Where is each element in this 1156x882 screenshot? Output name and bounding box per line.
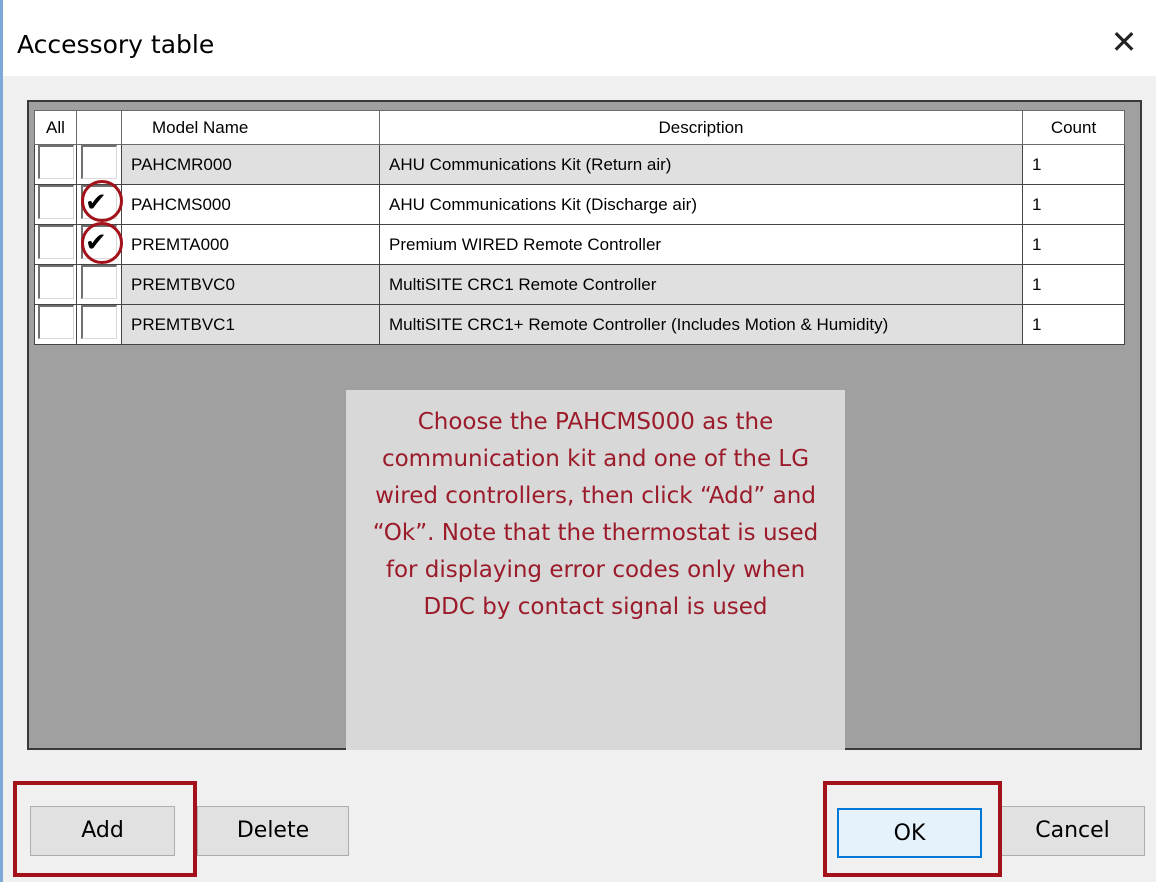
accessory-table: All Model Name Description Count PAHCMR0… xyxy=(34,110,1125,345)
row-select-checkbox[interactable]: ✔ xyxy=(81,185,117,219)
table-row: PAHCMR000 AHU Communications Kit (Return… xyxy=(34,144,1125,185)
checkmark-icon: ✔ xyxy=(85,188,107,218)
dialog-title: Accessory table xyxy=(17,30,215,59)
row-select-checkbox[interactable]: ✔ xyxy=(81,225,117,259)
instruction-callout: Choose the PAHCMS000 as the communicatio… xyxy=(346,390,845,750)
ok-button[interactable]: OK xyxy=(837,808,982,858)
delete-button[interactable]: Delete xyxy=(197,806,349,856)
count-cell[interactable]: 1 xyxy=(1022,144,1125,185)
row-all-checkbox[interactable] xyxy=(37,145,74,179)
instruction-text: Choose the PAHCMS000 as the communicatio… xyxy=(372,409,819,620)
select-cell xyxy=(76,304,122,345)
row-all-checkbox[interactable] xyxy=(37,185,74,219)
table-row: PREMTBVC1 MultiSITE CRC1+ Remote Control… xyxy=(34,304,1125,345)
cancel-button[interactable]: Cancel xyxy=(1000,806,1145,856)
row-all-checkbox[interactable] xyxy=(37,225,74,259)
description-cell: AHU Communications Kit (Discharge air) xyxy=(379,184,1023,225)
row-select-checkbox[interactable] xyxy=(81,265,117,299)
select-cell xyxy=(76,144,122,185)
select-cell: ✔ xyxy=(76,224,122,265)
all-cell xyxy=(34,304,77,345)
all-cell xyxy=(34,184,77,225)
column-header-description: Description xyxy=(379,110,1023,145)
checkmark-icon: ✔ xyxy=(85,228,107,258)
all-cell xyxy=(34,144,77,185)
count-cell[interactable]: 1 xyxy=(1022,264,1125,305)
model-name-cell: PREMTBVC0 xyxy=(121,264,380,305)
model-name-cell: PREMTA000 xyxy=(121,224,380,265)
table-header-row: All Model Name Description Count xyxy=(34,110,1125,145)
table-row: ✔ PREMTA000 Premium WIRED Remote Control… xyxy=(34,224,1125,265)
table-row: ✔ PAHCMS000 AHU Communications Kit (Disc… xyxy=(34,184,1125,225)
select-cell: ✔ xyxy=(76,184,122,225)
model-name-cell: PREMTBVC1 xyxy=(121,304,380,345)
add-button[interactable]: Add xyxy=(30,806,175,856)
accessory-table-dialog: Accessory table ✕ All Model Name Descrip… xyxy=(0,0,1156,882)
row-all-checkbox[interactable] xyxy=(37,305,74,339)
title-bar: Accessory table ✕ xyxy=(3,8,1156,76)
model-name-cell: PAHCMR000 xyxy=(121,144,380,185)
description-cell: Premium WIRED Remote Controller xyxy=(379,224,1023,265)
description-cell: MultiSITE CRC1 Remote Controller xyxy=(379,264,1023,305)
row-select-checkbox[interactable] xyxy=(81,145,117,179)
column-header-all[interactable]: All xyxy=(34,110,77,145)
description-cell: AHU Communications Kit (Return air) xyxy=(379,144,1023,185)
table-row: PREMTBVC0 MultiSITE CRC1 Remote Controll… xyxy=(34,264,1125,305)
close-icon[interactable]: ✕ xyxy=(1104,22,1144,62)
row-select-checkbox[interactable] xyxy=(81,305,117,339)
model-name-cell: PAHCMS000 xyxy=(121,184,380,225)
select-cell xyxy=(76,264,122,305)
count-cell[interactable]: 1 xyxy=(1022,304,1125,345)
count-cell[interactable]: 1 xyxy=(1022,184,1125,225)
count-cell[interactable]: 1 xyxy=(1022,224,1125,265)
row-all-checkbox[interactable] xyxy=(37,265,74,299)
all-cell xyxy=(34,264,77,305)
all-cell xyxy=(34,224,77,265)
column-header-select xyxy=(76,110,122,145)
column-header-model-name: Model Name xyxy=(121,110,380,145)
column-header-count: Count xyxy=(1022,110,1125,145)
description-cell: MultiSITE CRC1+ Remote Controller (Inclu… xyxy=(379,304,1023,345)
